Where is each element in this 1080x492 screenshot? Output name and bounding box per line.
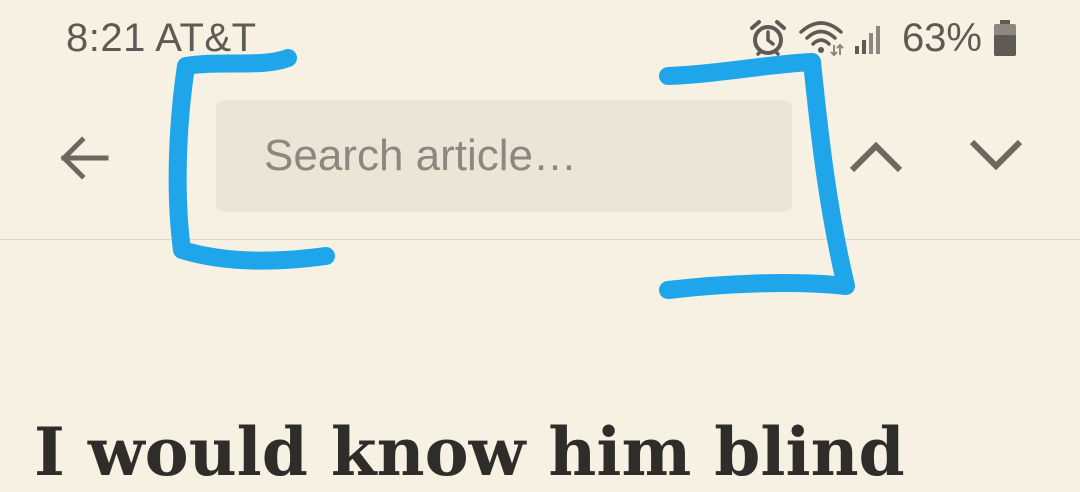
find-in-article-toolbar [0,78,1080,238]
article-title: I would know him blind [34,413,905,491]
alarm-icon [749,20,786,56]
search-field-container[interactable] [216,100,792,212]
search-article-input[interactable] [264,131,792,181]
chevron-up-icon [849,141,903,173]
next-match-button[interactable] [956,116,1036,196]
battery-icon [994,20,1016,56]
cellular-signal-icon [854,26,880,54]
status-bar: 8:21 AT&T 63% [0,0,1080,78]
status-icons: 63% [748,14,1018,62]
wifi-icon [799,21,844,57]
back-button[interactable] [44,118,124,198]
chevron-down-icon [969,139,1023,171]
previous-match-button[interactable] [836,116,916,196]
battery-percent: 63% [901,16,982,60]
arrow-left-icon [60,136,109,180]
status-time-carrier: 8:21 AT&T [66,16,257,60]
toolbar-divider [0,239,1080,240]
